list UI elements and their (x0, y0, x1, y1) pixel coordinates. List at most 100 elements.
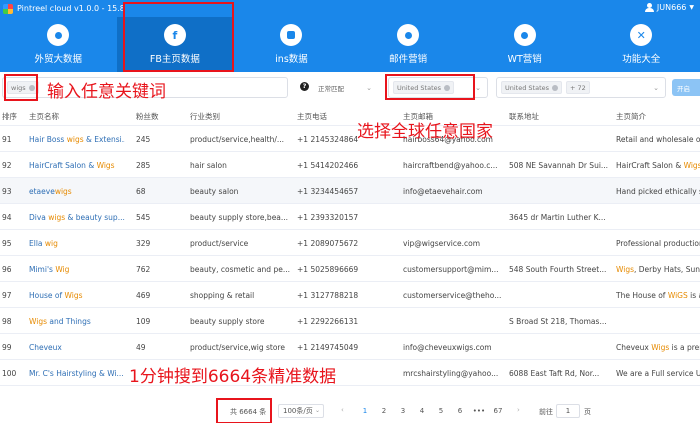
nav-label: 邮件营销 (389, 54, 428, 65)
column-header[interactable]: 粉丝数 (136, 111, 159, 122)
cell-phone: +1 3127788218 (297, 291, 359, 300)
cell-bio: Professional production (616, 239, 700, 248)
tag-close-icon[interactable] (552, 84, 559, 91)
cell-category: hair salon (190, 161, 227, 170)
cell-name[interactable]: Mr. C's Hairstyling & Wi... (29, 369, 125, 378)
table-row[interactable]: 100 Mr. C's Hairstyling & Wi... mrcshairst… (0, 360, 700, 386)
table-row[interactable]: 95 Ella wig 329 product/service +1 208907567… (0, 230, 700, 256)
title-bar: Pintreel cloud v1.0.0 - 15.8 JUN666 ▼ (0, 0, 700, 17)
keyword-highlight: Wig (55, 265, 70, 274)
text-part: Ella (29, 239, 45, 248)
country-multi-select[interactable]: United States + 72 ⌄ (496, 77, 666, 98)
country-annotation: 选择全球任意国家 (357, 122, 493, 142)
column-header[interactable]: 联系地址 (509, 111, 539, 122)
text-part: Hand picked ethically so (616, 187, 700, 196)
column-header[interactable]: 主页电话 (297, 111, 327, 122)
nav-wt-marketing[interactable]: WT营销 (466, 17, 583, 72)
column-header[interactable]: 主页简介 (616, 111, 646, 122)
cell-name[interactable]: Wigs and Things (29, 317, 125, 326)
table-row[interactable]: 91 Hair Boss wigs & Extensi... 245 product/… (0, 126, 700, 152)
goto-page-input[interactable]: 1 (556, 404, 580, 418)
whatsapp-icon (513, 24, 536, 46)
cell-address: 3645 dr Martin Luther K... (509, 213, 606, 222)
table-row[interactable]: 94 Diva wigs & beauty sup... 545 beauty sup… (0, 204, 700, 230)
table-row[interactable]: 93 etaevewigs 68 beauty salon +1 3234454657 i… (0, 178, 700, 204)
cell-name[interactable]: Ella wig (29, 239, 125, 248)
page-number[interactable]: 6 (453, 407, 467, 415)
cell-email: customersupport@mim... (403, 265, 499, 274)
pagination: 共 6664 条 100条/页 ⌄ ‹ 1 2 3 4 5 6 ••• 67 › … (0, 400, 700, 422)
table-row[interactable]: 92 HairCraft Salon & Wigs 285 hair salon +1 … (0, 152, 700, 178)
cell-phone: +1 3234454657 (297, 187, 359, 196)
cell-name[interactable]: etaevewigs (29, 187, 125, 196)
keyword-highlight: Wigs (651, 343, 670, 352)
page-number[interactable]: 5 (434, 407, 448, 415)
keyword-highlight: wigs (54, 187, 72, 196)
nav-email-marketing[interactable]: 邮件营销 (350, 17, 467, 72)
globe-icon (47, 24, 70, 46)
cell-fans: 469 (136, 291, 151, 300)
user-menu[interactable]: JUN666 ▼ (644, 3, 694, 12)
table-row[interactable]: 96 Mimi's Wig 762 beauty, cosmetic and pe..… (0, 256, 700, 282)
keyword-highlight: wigs (48, 213, 66, 222)
open-button[interactable]: 开启 (672, 79, 700, 96)
nav-trade-data[interactable]: 外贸大数据 (0, 17, 117, 72)
nav-label: 外贸大数据 (34, 54, 83, 65)
cell-name[interactable]: HairCraft Salon & Wigs (29, 161, 125, 170)
page-size-value: 100条/页 (283, 407, 313, 415)
table-row[interactable]: 99 Cheveux 49 product/service,wig store +1 2… (0, 334, 700, 360)
keyword-highlight: Wigs (616, 265, 635, 274)
nav-label: WT营销 (507, 54, 542, 65)
result-annotation: 1分钟搜到6664条精准数据 (129, 367, 337, 387)
cell-idx: 95 (2, 239, 12, 248)
page-number[interactable]: 3 (396, 407, 410, 415)
text-part: & Extensi... (83, 135, 125, 144)
next-page-icon[interactable]: › (517, 406, 520, 414)
page-number[interactable]: 1 (358, 407, 372, 415)
cell-category: product/service,health/... (190, 135, 285, 144)
cell-name[interactable]: Mimi's Wig (29, 265, 125, 274)
help-icon[interactable]: ? (300, 82, 309, 91)
keyword-highlight: Wigs (683, 161, 700, 170)
nav-all-features[interactable]: ✕ 功能大全 (583, 17, 700, 72)
cell-idx: 91 (2, 135, 12, 144)
total-highlight-box (216, 398, 272, 423)
cell-address: S Broad St 218, Thomas... (509, 317, 607, 326)
text-part: & beauty sup... (65, 213, 125, 222)
cell-fans: 49 (136, 343, 146, 352)
cell-phone: +1 5025896669 (297, 265, 359, 274)
table-row[interactable]: 97 House of Wigs 469 shopping & retail +1 31… (0, 282, 700, 308)
chevron-down-icon: ⌄ (314, 407, 320, 414)
column-header[interactable]: 排序 (2, 111, 17, 122)
keyword-highlight-box (4, 74, 38, 101)
page-number[interactable]: 4 (415, 407, 429, 415)
table-row[interactable]: 98 Wigs and Things 109 beauty supply store +… (0, 308, 700, 334)
cell-bio: Wigs, Derby Hats, Sung (616, 265, 700, 274)
prev-page-icon[interactable]: ‹ (341, 406, 344, 414)
page-number[interactable]: 2 (377, 407, 391, 415)
page-number[interactable]: 67 (491, 407, 505, 415)
cell-bio: We are a Full service Un (616, 369, 700, 378)
cell-phone: +1 5414202466 (297, 161, 359, 170)
country-tag[interactable]: United States (501, 81, 563, 94)
cell-name[interactable]: Diva wigs & beauty sup... (29, 213, 125, 222)
column-header[interactable]: 行业类别 (190, 111, 220, 122)
goto-label: 前往 (539, 408, 553, 416)
cell-phone: +1 2393320157 (297, 213, 359, 222)
cell-name[interactable]: Cheveux (29, 343, 125, 352)
match-mode-select[interactable]: 正常匹配 ⌄ (312, 77, 378, 98)
column-header[interactable]: 主页名称 (29, 111, 59, 122)
text-part: and Things (47, 317, 91, 326)
cell-name[interactable]: House of Wigs (29, 291, 125, 300)
country-tag-label: United States (505, 83, 550, 92)
nav-ins-data[interactable]: ins数据 (233, 17, 350, 72)
page-size-select[interactable]: 100条/页 ⌄ (278, 404, 324, 418)
page-ellipsis[interactable]: ••• (472, 407, 486, 415)
nav-label: 功能大全 (622, 54, 661, 65)
cell-address: 508 NE Savannah Dr Sui... (509, 161, 609, 170)
text-part: Retail and wholesale of (616, 135, 700, 144)
text-part: Cheveux (29, 343, 62, 352)
cell-idx: 99 (2, 343, 12, 352)
text-part: The House of (616, 291, 668, 300)
cell-name[interactable]: Hair Boss wigs & Extensi... (29, 135, 125, 144)
